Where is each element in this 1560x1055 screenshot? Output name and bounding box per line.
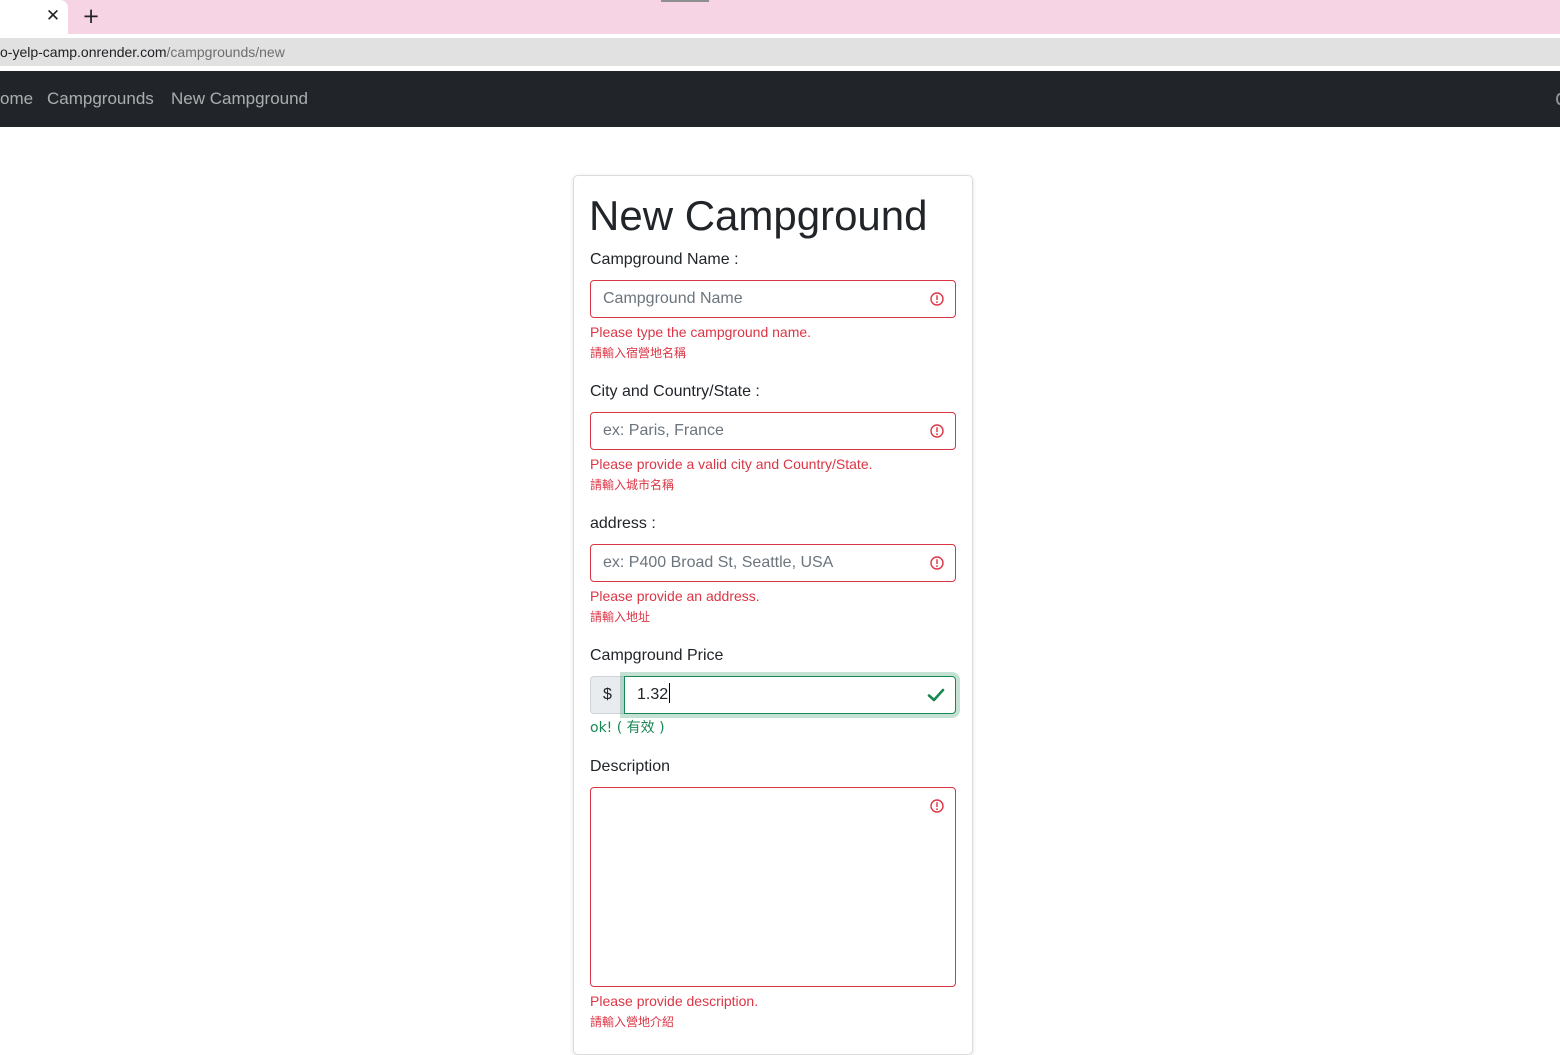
price-valid-feedback: ok! ( 有效 ) <box>590 720 665 736</box>
url-host: o-yelp-camp.onrender.com <box>0 44 167 60</box>
nav-link-campgrounds[interactable]: Campgrounds <box>47 87 154 111</box>
price-label: Campground Price <box>590 647 724 664</box>
address-label: address : <box>590 515 656 532</box>
address-bar[interactable]: o-yelp-camp.onrender.com/campgrounds/new <box>0 38 1560 66</box>
price-value-text: 1.32 <box>637 686 669 703</box>
exclamation-circle-icon <box>930 424 944 438</box>
campground-name-input[interactable]: Campground Name <box>590 280 956 318</box>
currency-addon: $ <box>590 676 624 714</box>
url-text[interactable]: o-yelp-camp.onrender.com/campgrounds/new <box>0 38 285 66</box>
url-path: /campgrounds/new <box>166 44 285 60</box>
exclamation-circle-icon <box>930 556 944 570</box>
address-input[interactable]: ex: P400 Broad St, Seattle, USA <box>590 544 956 582</box>
description-textarea[interactable] <box>590 787 956 987</box>
exclamation-circle-icon <box>930 292 944 306</box>
nav-link-new-campground[interactable]: New Campground <box>171 87 308 111</box>
tab-indicator <box>661 0 709 2</box>
navbar: ome Campgrounds New Campground <box>0 71 1560 127</box>
description-label: Description <box>590 758 671 775</box>
browser-tab-strip: ✕ + <box>0 0 1560 34</box>
text-caret <box>669 683 671 704</box>
address-error: Please provide an address. <box>590 588 760 604</box>
city-placeholder: ex: Paris, France <box>603 422 724 439</box>
name-label: Campground Name : <box>590 251 739 268</box>
city-error-zh: 請輸入城市名稱 <box>590 478 675 492</box>
price-value: 1.32 <box>637 677 671 713</box>
close-icon[interactable]: ✕ <box>44 6 62 26</box>
name-error-zh: 請輸入宿營地名稱 <box>590 346 687 360</box>
name-placeholder: Campground Name <box>603 290 743 307</box>
nav-link-home[interactable]: ome <box>0 87 33 111</box>
description-error-zh: 請輸入營地介紹 <box>590 1015 675 1029</box>
check-icon <box>927 688 945 702</box>
address-placeholder: ex: P400 Broad St, Seattle, USA <box>603 554 834 571</box>
page-title: New Campground <box>589 192 928 239</box>
exclamation-circle-icon <box>930 799 944 813</box>
plus-icon[interactable]: + <box>80 4 102 28</box>
name-error: Please type the campground name. <box>590 324 812 340</box>
price-input[interactable]: 1.32 <box>624 676 956 714</box>
navbar-toggle-icon[interactable] <box>1556 93 1560 105</box>
browser-toolbar: o-yelp-camp.onrender.com/campgrounds/new <box>0 34 1560 71</box>
browser-tab[interactable]: ✕ <box>0 0 68 34</box>
city-input[interactable]: ex: Paris, France <box>590 412 956 450</box>
city-label: City and Country/State : <box>590 383 760 400</box>
description-error: Please provide description. <box>590 993 759 1009</box>
address-error-zh: 請輸入地址 <box>590 610 651 624</box>
city-error: Please provide a valid city and Country/… <box>590 456 873 472</box>
